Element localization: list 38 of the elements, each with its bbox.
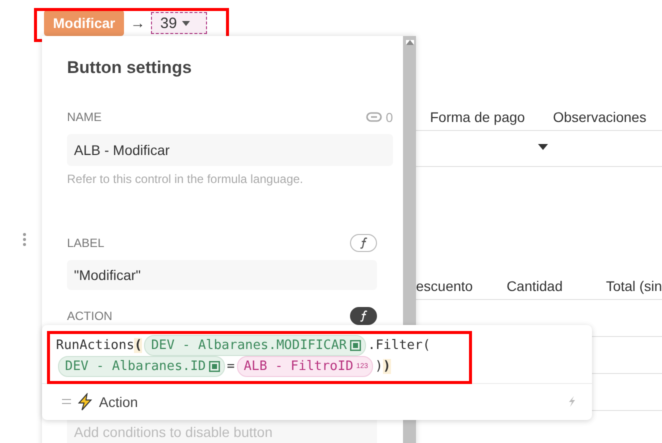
formula-text: RunActions [56, 338, 134, 353]
formula-text: ) [374, 359, 383, 374]
lightning-icon [568, 396, 576, 407]
link-count: 0 [386, 110, 393, 124]
caret-icon[interactable] [538, 144, 548, 150]
drag-handle-icon [62, 399, 71, 404]
column-header: Forma de pago [430, 109, 525, 125]
field-label: NAME [67, 110, 102, 124]
formula-text: = [226, 359, 235, 374]
formula-text: .Filter( [368, 338, 430, 353]
column-header: Total (sin [606, 278, 662, 294]
column-header: escuento [416, 278, 474, 294]
column-reference-chip[interactable]: DEV - Albaranes.MODIFICAR [144, 335, 366, 356]
hint-text: Refer to this control in the formula language. [67, 172, 304, 186]
lightning-icon [77, 392, 93, 410]
column-header: Observaciones [552, 109, 646, 125]
column-header: Cantidad [506, 278, 564, 294]
formula-paren: ) [382, 359, 391, 374]
column-reference-chip[interactable]: DEV - Albaranes.ID [58, 356, 225, 377]
scroll-up-icon[interactable] [406, 40, 414, 45]
link-icon [366, 112, 382, 122]
name-field[interactable]: ALB - Modificar [67, 134, 393, 166]
formula-button[interactable] [350, 234, 377, 252]
formula-button[interactable] [350, 307, 377, 325]
formula-paren: ( [134, 338, 142, 353]
caret-icon [182, 20, 190, 26]
label-field[interactable]: "Modificar" [67, 260, 377, 290]
column-icon [350, 340, 361, 351]
panel-title: Button settings [67, 58, 193, 79]
column-icon [208, 361, 220, 372]
arrow: → [130, 14, 146, 32]
drag-handle-icon[interactable] [23, 233, 26, 246]
suggestion-item[interactable]: Action [99, 394, 138, 410]
field-label: ACTION [67, 309, 112, 323]
function-icon [360, 237, 368, 249]
field-label: LABEL [67, 236, 104, 250]
function-icon [360, 310, 368, 322]
value-dropdown[interactable]: 39 [151, 12, 208, 34]
